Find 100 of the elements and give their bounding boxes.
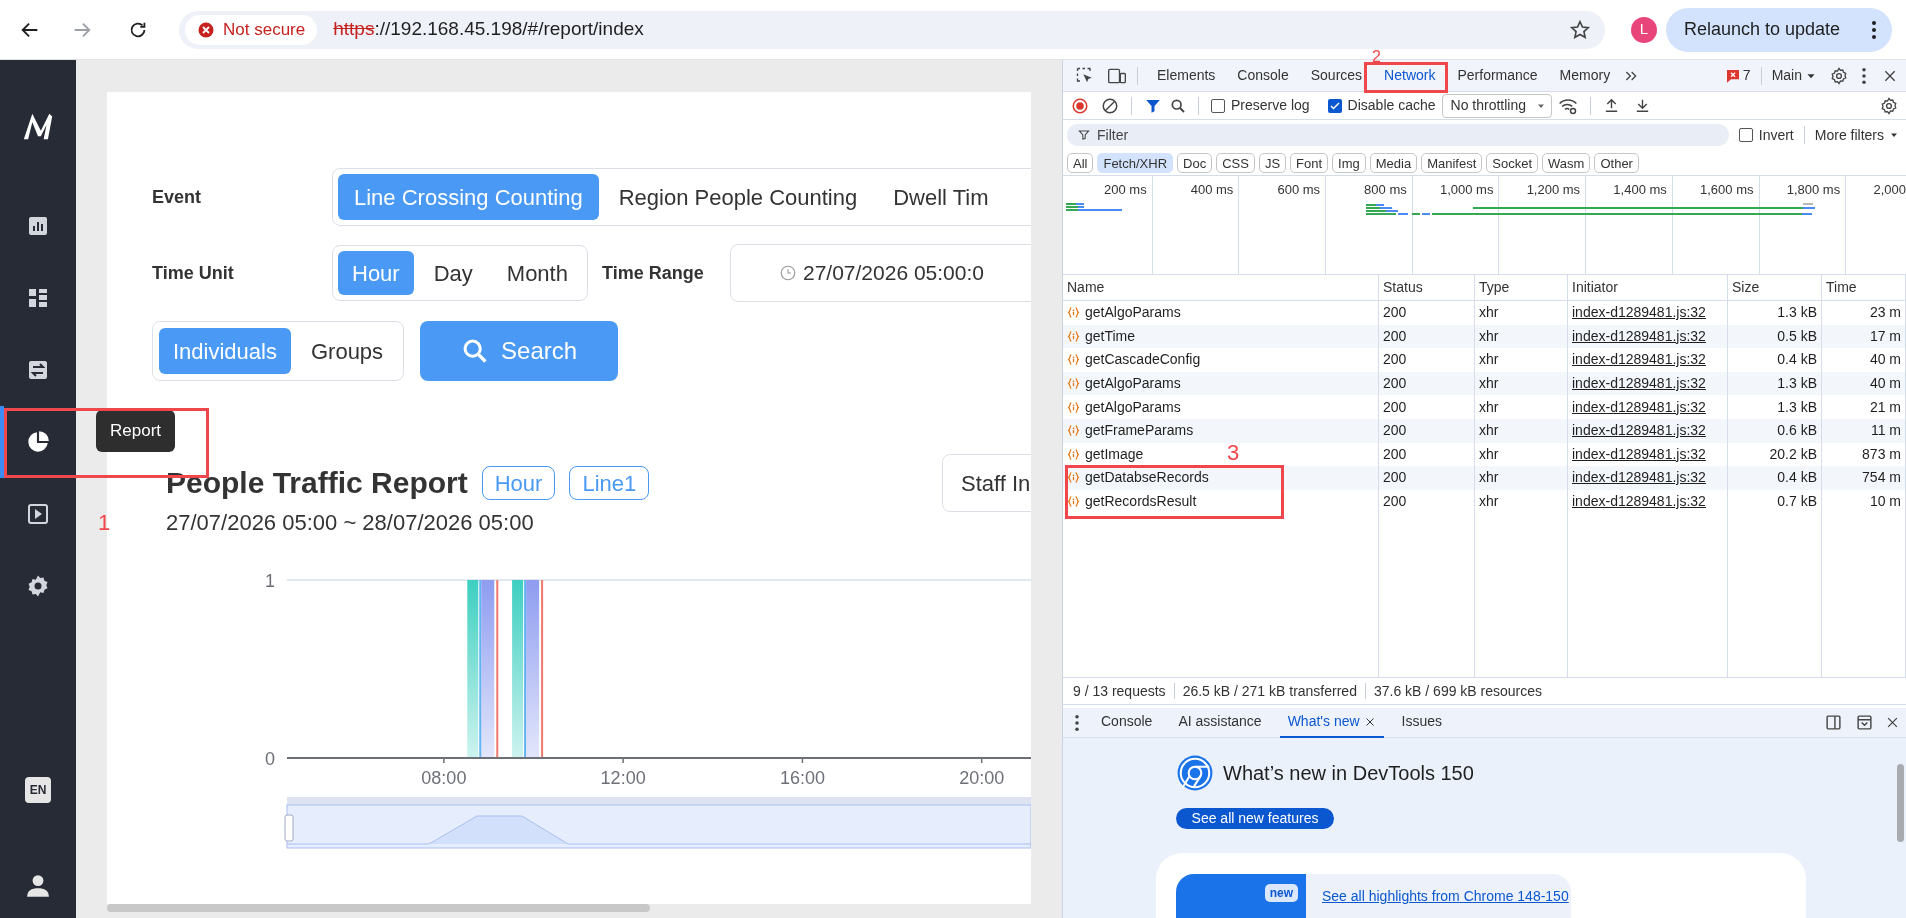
checkbox[interactable] [1738, 128, 1753, 142]
initiator-link[interactable]: index-d1289481.js:32 [1572, 396, 1706, 418]
vertical-scrollbar[interactable] [1897, 764, 1904, 843]
column-header[interactable]: Size [1732, 277, 1760, 298]
type-filter-chip[interactable]: Fetch/XHR [1097, 152, 1174, 173]
chart-icon [26, 214, 50, 238]
type-filter-chip[interactable]: All [1067, 152, 1094, 173]
language-button[interactable]: EN [25, 777, 51, 803]
annotation-number: 1 [98, 512, 111, 534]
table-cell-text: 200 [1383, 350, 1407, 370]
security-label: Not secure [223, 18, 306, 41]
devtools-tab[interactable]: Sources [1301, 61, 1372, 90]
throttling-dropdown[interactable]: No throttling [1441, 93, 1552, 118]
security-chip[interactable]: Not secure [185, 14, 318, 45]
y-axis-label: 0 [265, 749, 275, 769]
type-filter-chip[interactable]: Img [1332, 152, 1366, 173]
type-filter-chip[interactable]: Socket [1486, 152, 1539, 173]
drawer-tab[interactable]: AI assistance [1170, 707, 1270, 738]
tooltip: Report [96, 410, 176, 452]
more-menu-icon[interactable] [1075, 714, 1079, 731]
initiator-link[interactable]: index-d1289481.js:32 [1572, 302, 1706, 324]
type-filter-chip[interactable]: Doc [1177, 152, 1213, 173]
request-name[interactable]: getRecordsResult [1085, 491, 1197, 513]
more-menu-icon[interactable] [1862, 67, 1866, 84]
tag: Line1 [569, 466, 650, 500]
dock-bottom-icon[interactable] [1856, 714, 1873, 732]
table-cell-text: xhr [1479, 397, 1499, 417]
request-name[interactable]: getDatabseRecords [1085, 467, 1209, 489]
range-slider[interactable] [284, 797, 1031, 849]
type-filter-chip[interactable]: Other [1594, 152, 1639, 173]
context-dropdown[interactable]: Main [1771, 65, 1818, 86]
type-filter-chip[interactable]: Font [1290, 152, 1329, 173]
column-header[interactable]: Status [1383, 277, 1423, 298]
initiator-link[interactable]: index-d1289481.js:32 [1572, 443, 1706, 465]
request-name[interactable]: getAlgoParams [1085, 302, 1181, 324]
dashboard-icon [26, 286, 50, 310]
filter-field[interactable]: Filter [1067, 124, 1729, 146]
search-icon[interactable] [1170, 97, 1186, 114]
type-filter-chip[interactable]: Manifest [1421, 152, 1483, 173]
request-name[interactable]: getFrameParams [1085, 420, 1194, 442]
column-header[interactable]: Name [1067, 277, 1105, 298]
timeline-tick-label: 1,600 ms [1700, 181, 1754, 196]
initiator-link[interactable]: index-d1289481.js:32 [1572, 467, 1706, 489]
address-bar[interactable]: Not secure https://192.168.45.198/#/report/index [179, 10, 1605, 49]
profile-avatar[interactable]: L [1631, 16, 1657, 43]
table-cell-text: 0.5 kB [1777, 326, 1817, 346]
table-cell-text: 10 m [1869, 492, 1901, 512]
xhr-icon [1067, 329, 1080, 343]
dock-side-icon[interactable] [1825, 714, 1842, 732]
issues-counter[interactable]: 7 [1724, 65, 1751, 86]
column-header[interactable]: Type [1479, 277, 1510, 298]
initiator-link[interactable]: index-d1289481.js:32 [1572, 349, 1706, 371]
devtools-tab[interactable]: Console [1228, 61, 1298, 90]
request-name[interactable]: getCascadeConfig [1085, 349, 1201, 371]
relaunch-button[interactable]: Relaunch to update [1666, 7, 1892, 52]
horizontal-scrollbar[interactable] [107, 904, 650, 912]
table-cell-text: 40 m [1869, 374, 1901, 394]
highlight-item[interactable]: new See all highlights from Chrome 148-150 [1176, 874, 1571, 918]
more-filters-dropdown[interactable]: More filters [1814, 124, 1900, 146]
request-name[interactable]: getImage [1085, 443, 1144, 465]
see-features-button[interactable]: See all new features [1176, 808, 1334, 830]
request-name[interactable]: getTime [1085, 325, 1136, 347]
bookmark-star-icon[interactable] [1569, 18, 1591, 41]
initiator-link[interactable]: index-d1289481.js:32 [1572, 491, 1706, 513]
table-cell-text: xhr [1479, 303, 1499, 323]
type-filter-chip[interactable]: JS [1258, 152, 1287, 173]
checkbox[interactable] [1211, 98, 1225, 113]
time-range-field[interactable]: 27/07/2026 05:00:0 [729, 244, 1031, 302]
type-filter-chip[interactable]: Wasm [1542, 152, 1591, 173]
timeline-tick-label: 1,400 ms [1613, 181, 1667, 196]
type-filter-chip[interactable]: Media [1369, 152, 1418, 173]
devtools-tab[interactable]: Elements [1148, 61, 1225, 90]
initiator-link[interactable]: index-d1289481.js:32 [1572, 420, 1706, 442]
column-header[interactable]: Initiator [1572, 277, 1618, 298]
table-cell-text: 754 m [1862, 468, 1901, 488]
initiator-link[interactable]: index-d1289481.js:32 [1572, 373, 1706, 395]
drawer-tab[interactable]: Issues [1393, 707, 1451, 738]
initiator-link[interactable]: index-d1289481.js:32 [1572, 325, 1706, 347]
devtools-tab[interactable]: Memory [1550, 61, 1620, 90]
request-name[interactable]: getAlgoParams [1085, 396, 1181, 418]
user-icon[interactable] [25, 873, 51, 899]
table-cell-text: 11 m [1870, 421, 1901, 441]
xhr-icon [1067, 447, 1080, 461]
record-icon[interactable] [1071, 96, 1089, 115]
clear-icon[interactable] [1101, 96, 1119, 115]
table-cell-text: 0.4 kB [1777, 350, 1817, 370]
table-cell-text: 40 m [1869, 350, 1901, 370]
type-filter-chip[interactable]: CSS [1216, 152, 1255, 173]
issue-flag-icon [1724, 67, 1741, 84]
request-name[interactable]: getAlgoParams [1085, 373, 1181, 395]
tag: Hour [481, 466, 556, 500]
drawer-tab[interactable]: Console [1093, 707, 1161, 738]
settings-icon[interactable] [1880, 96, 1898, 115]
column-header[interactable]: Time [1826, 277, 1857, 298]
checkbox[interactable] [1327, 98, 1342, 113]
settings-icon[interactable] [1830, 66, 1848, 85]
playback-icon [26, 502, 50, 526]
highlights-link[interactable]: See all highlights from Chrome 148-150 [1322, 886, 1569, 905]
table-cell-text: 200 [1383, 374, 1407, 394]
devtools-tab[interactable]: Performance [1448, 61, 1547, 90]
